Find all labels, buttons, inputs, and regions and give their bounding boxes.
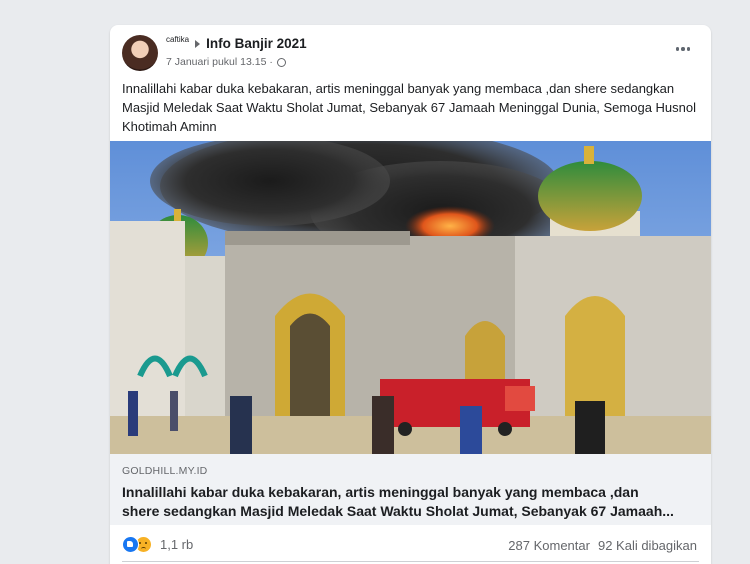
post-card: caftika Info Banjir 2021 7 Januari pukul… — [110, 25, 711, 564]
shares-count[interactable]: 92 Kali dibagikan — [598, 538, 697, 553]
globe-icon — [276, 57, 286, 67]
like-icon — [122, 536, 139, 553]
post-meta: 7 Januari pukul 13.15 · — [166, 56, 286, 68]
link-title[interactable]: Innalillahi kabar duka kebakaran, artis … — [122, 483, 702, 521]
person — [128, 391, 138, 436]
arch — [565, 296, 625, 416]
author-row: caftika Info Banjir 2021 — [166, 35, 307, 51]
divider — [122, 561, 699, 562]
person — [460, 406, 482, 454]
dot-icon — [675, 47, 680, 51]
avatar[interactable] — [122, 35, 158, 71]
dome — [538, 161, 642, 231]
person — [230, 396, 252, 454]
link-domain: GOLDHILL.MY.ID — [122, 465, 208, 477]
engagement-stats: 287 Komentar 92 Kali dibagikan — [508, 538, 697, 553]
comments-count[interactable]: 287 Komentar — [508, 538, 590, 553]
post-timestamp[interactable]: 7 Januari pukul 13.15 · — [166, 56, 273, 68]
post-text: Innalillahi kabar duka kebakaran, artis … — [122, 81, 696, 134]
person — [575, 401, 605, 454]
person — [372, 396, 394, 454]
post-stats: 1,1 rb 287 Komentar 92 Kali dibagikan — [110, 533, 711, 557]
reaction-count[interactable]: 1,1 rb — [160, 537, 193, 552]
post-image[interactable] — [110, 141, 711, 454]
link-preview[interactable]: GOLDHILL.MY.ID Innalillahi kabar duka ke… — [110, 454, 711, 525]
dot-icon — [681, 47, 685, 51]
user-name[interactable]: caftika — [166, 35, 189, 44]
group-name-link[interactable]: Info Banjir 2021 — [206, 36, 307, 51]
arrow-right-icon — [195, 39, 201, 48]
person — [170, 391, 178, 431]
reactions-summary[interactable]: 1,1 rb — [122, 536, 193, 553]
more-options-button[interactable] — [670, 40, 696, 58]
post-header: caftika Info Banjir 2021 7 Januari pukul… — [110, 25, 711, 75]
dot-icon — [686, 47, 691, 51]
